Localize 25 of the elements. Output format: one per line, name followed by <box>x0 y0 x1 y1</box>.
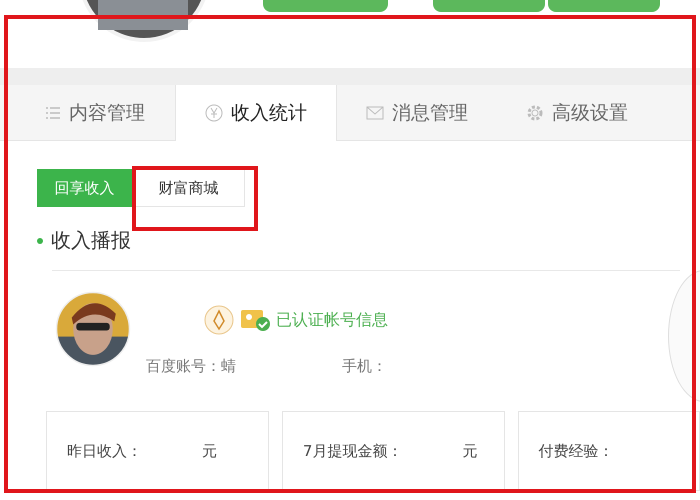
card-label: 付费经验： <box>538 442 614 460</box>
pen-badge-icon <box>204 305 234 335</box>
card-unit: 元 <box>462 442 478 460</box>
bullet-dot <box>37 238 43 244</box>
tab-label: 消息管理 <box>392 100 468 126</box>
tab-label: 内容管理 <box>69 100 145 126</box>
mail-icon <box>366 106 384 120</box>
card-unit: 元 <box>202 442 217 460</box>
tab[interactable]: 高级设置 <box>497 85 657 140</box>
tab[interactable]: 消息管理 <box>337 85 497 140</box>
yen-icon <box>205 104 223 122</box>
tab-label: 高级设置 <box>552 100 628 126</box>
sub-tab[interactable]: 回享收入 <box>37 169 132 207</box>
gear-icon <box>526 104 544 122</box>
section-title: 收入播报 <box>51 227 131 254</box>
list-icon <box>45 106 61 120</box>
card-label: 昨日收入： <box>67 442 142 460</box>
verified-link[interactable]: 已认证帐号信息 <box>276 310 388 330</box>
card-label: 7月提现金额： <box>302 442 402 460</box>
verified-card-icon <box>240 308 270 332</box>
account-label: 百度账号：蜻 <box>146 357 236 376</box>
tab[interactable]: 收入统计 <box>175 85 337 141</box>
tab-label: 收入统计 <box>231 101 307 126</box>
tab[interactable]: 内容管理 <box>15 85 175 140</box>
phone-label: 手机： <box>342 357 387 376</box>
